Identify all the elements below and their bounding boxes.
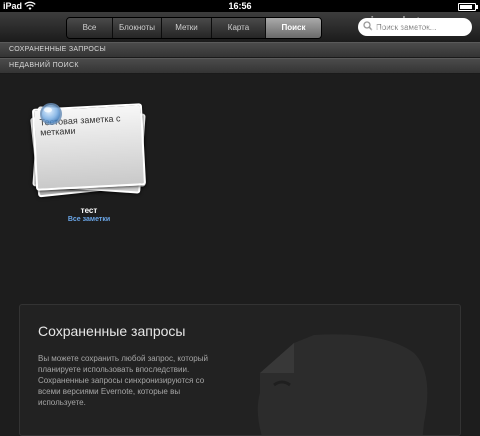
recent-searches-label: НЕДАВНИЙ ПОИСК <box>9 62 79 69</box>
search-input[interactable] <box>376 20 466 34</box>
note-stack: Тестовая заметка с метками <box>26 100 152 200</box>
toolbar: Все заметки Блокноты Метки Карта Поиск i… <box>0 12 480 43</box>
magnifier-lens-icon <box>40 103 62 125</box>
tab-search[interactable]: Поиск <box>266 18 321 38</box>
saved-searches-label: СОХРАНЕННЫЕ ЗАПРОСЫ <box>9 46 106 53</box>
evernote-elephant-icon <box>257 334 428 435</box>
magnifier-icon <box>363 21 373 31</box>
view-tabs: Все заметки Блокноты Метки Карта Поиск <box>66 17 322 39</box>
saved-search-name: тест <box>80 206 98 215</box>
tab-notebooks[interactable]: Блокноты <box>113 18 162 38</box>
info-title: Сохраненные запросы <box>38 323 186 339</box>
saved-searches-header[interactable]: СОХРАНЕННЫЕ ЗАПРОСЫ <box>0 42 480 58</box>
info-body: Вы можете сохранить любой запрос, которы… <box>38 354 208 407</box>
battery-icon <box>458 3 478 11</box>
tab-map[interactable]: Карта <box>212 18 266 38</box>
status-bar: iPad 16:56 <box>0 0 480 12</box>
info-panel: Сохраненные запросы Вы можете сохранить … <box>19 304 461 436</box>
tab-all-notes[interactable]: Все заметки <box>67 18 113 38</box>
recent-searches-header[interactable]: НЕДАВНИЙ ПОИСК <box>0 58 480 74</box>
search-field[interactable] <box>358 18 472 36</box>
saved-search-scope: Все заметки <box>67 216 111 223</box>
clock: 16:56 <box>228 1 252 11</box>
tab-tags[interactable]: Метки <box>162 18 212 38</box>
saved-search-item[interactable]: Тестовая заметка с метками тест Все заме… <box>26 100 152 228</box>
